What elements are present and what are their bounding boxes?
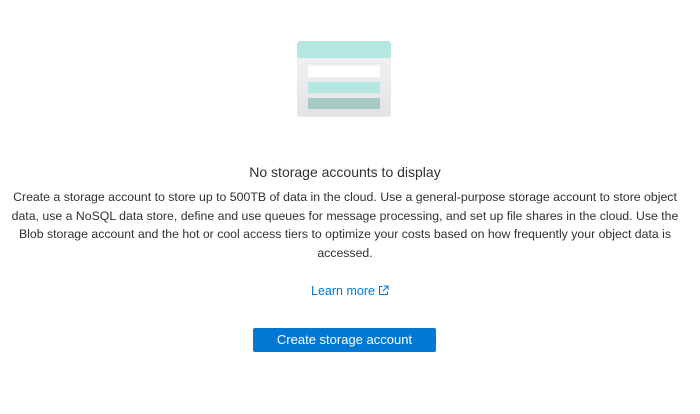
empty-state-page: No storage accounts to display Create a … bbox=[0, 0, 700, 414]
storage-account-empty-icon bbox=[297, 41, 391, 117]
learn-more-link[interactable]: Learn more bbox=[311, 284, 389, 298]
learn-more-row: Learn more bbox=[0, 282, 700, 300]
empty-state-title: No storage accounts to display bbox=[249, 164, 441, 180]
external-link-icon bbox=[378, 285, 389, 295]
empty-state-description: Create a storage account to store up to … bbox=[11, 190, 679, 260]
learn-more-label: Learn more bbox=[311, 284, 375, 298]
create-storage-account-button[interactable]: Create storage account bbox=[253, 328, 436, 352]
